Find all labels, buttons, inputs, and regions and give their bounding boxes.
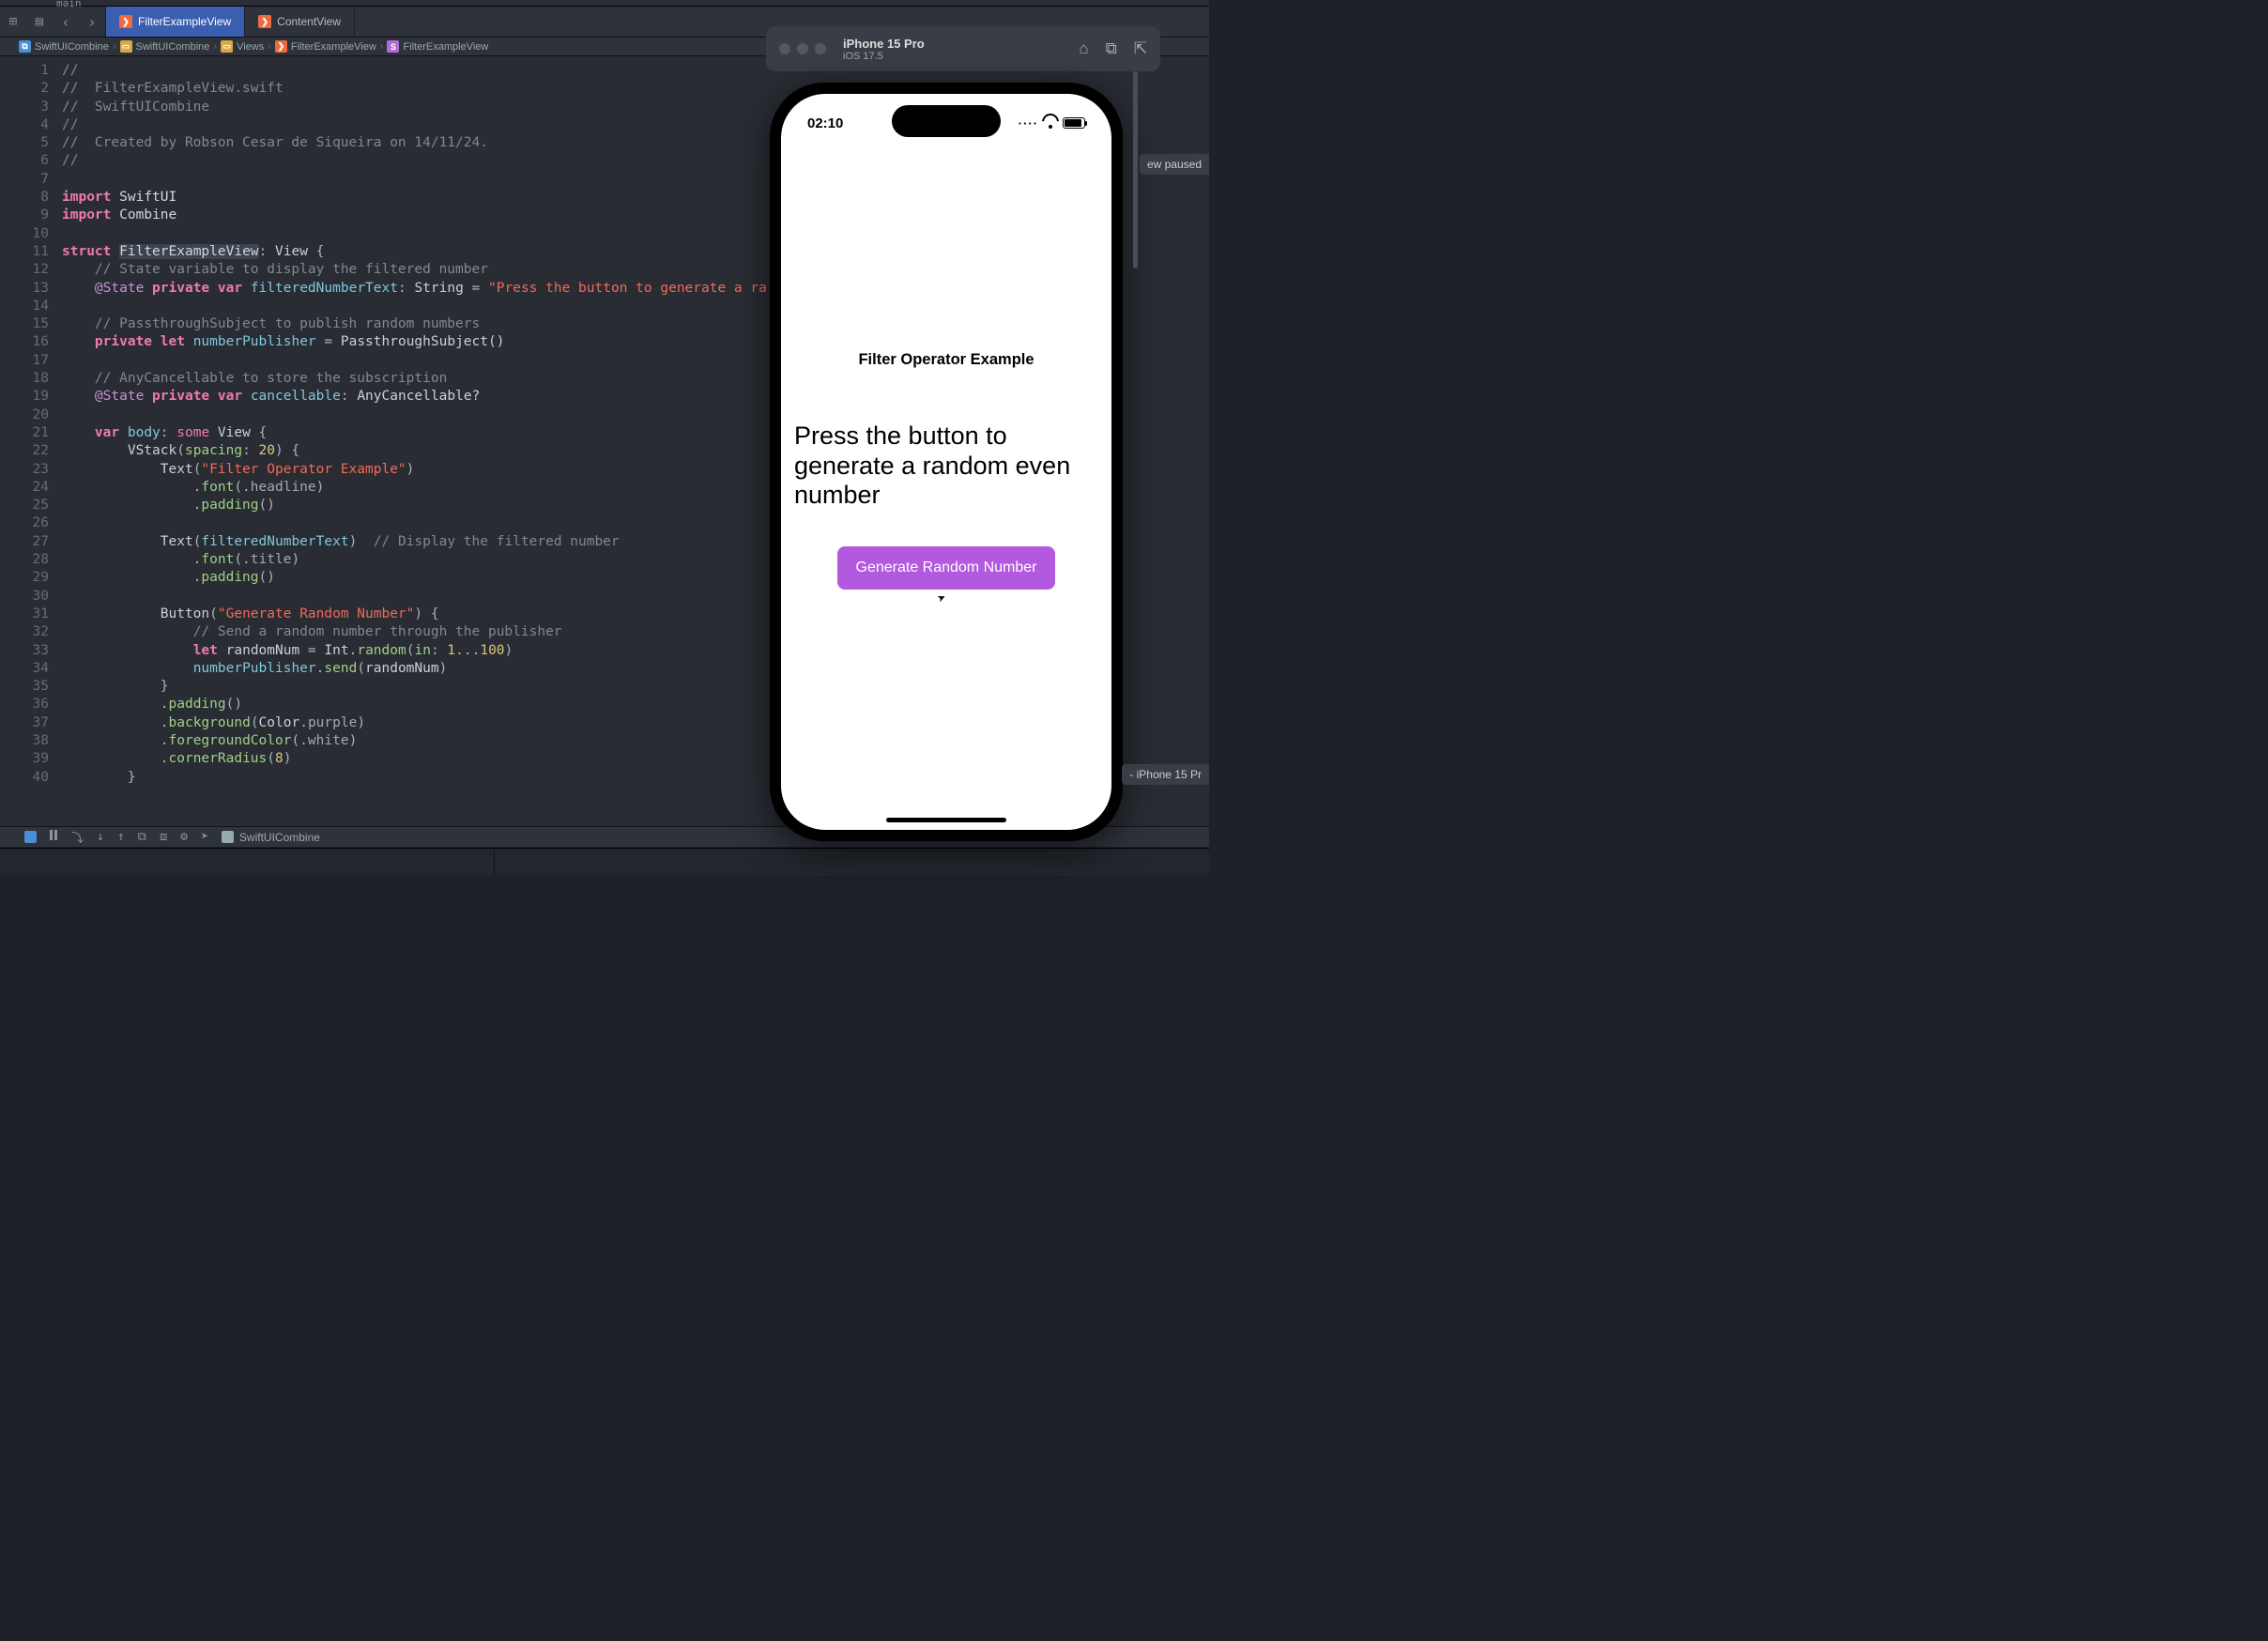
breadcrumb-item[interactable]: FilterExampleView — [403, 41, 488, 53]
iphone-simulator: 02:10 ···· Filter Operator Example Press… — [770, 83, 1123, 841]
layout-icon[interactable]: ⊞ — [0, 7, 26, 37]
line-number-gutter: 1234567891011121314151617181920212223242… — [0, 62, 62, 787]
app-headline: Filter Operator Example — [858, 334, 1034, 386]
folder-icon: ▭ — [120, 40, 132, 53]
swift-file-icon: ❯ — [275, 40, 287, 53]
app-icon — [222, 831, 234, 843]
tab-label: ContentView — [277, 15, 341, 28]
simulator-os-version: iOS 17.5 — [843, 51, 1079, 62]
traffic-close-icon[interactable] — [779, 43, 790, 54]
dynamic-island — [892, 105, 1001, 137]
simulator-titlebar: iPhone 15 Pro iOS 17.5 ⌂ ⧉ ⇱ — [766, 26, 1160, 71]
memory-graph-icon[interactable]: ⧈ — [160, 830, 167, 844]
breadcrumb-item[interactable]: SwiftUICombine — [136, 41, 210, 53]
tab-content-view[interactable]: ❯ ContentView — [245, 7, 355, 37]
chevron-right-icon: › — [113, 41, 116, 53]
app-body-text: Press the button to generate a random ev… — [792, 405, 1100, 529]
environment-icon[interactable]: ⚙ — [180, 830, 188, 844]
chevron-right-icon: › — [268, 41, 271, 53]
phone-screen[interactable]: 02:10 ···· Filter Operator Example Press… — [781, 94, 1111, 830]
traffic-zoom-icon[interactable] — [815, 43, 826, 54]
project-icon: ⧉ — [19, 40, 31, 53]
debug-view-icon[interactable]: ⧉ — [138, 830, 146, 844]
tab-filter-example-view[interactable]: ❯ FilterExampleView — [106, 7, 245, 37]
step-into-icon[interactable]: ↓ — [97, 830, 104, 844]
breadcrumb-item[interactable]: SwiftUICombine — [35, 41, 109, 53]
chevron-right-icon: › — [380, 41, 384, 53]
nav-forward-icon[interactable]: › — [79, 7, 105, 37]
screenshot-icon[interactable]: ⧉ — [1106, 39, 1117, 58]
swift-file-icon: ❯ — [119, 15, 132, 28]
debug-scheme[interactable]: SwiftUICombine — [222, 831, 320, 844]
titlebar-remnant: main — [0, 0, 1209, 7]
tab-label: FilterExampleView — [138, 15, 231, 28]
generate-random-number-button[interactable]: Generate Random Number — [837, 546, 1056, 590]
simulator-device-name: iPhone 15 Pro — [843, 37, 1079, 51]
step-over-icon[interactable]: ⤵ — [71, 828, 84, 846]
home-indicator[interactable] — [886, 818, 1006, 822]
home-icon[interactable]: ⌂ — [1079, 39, 1088, 58]
preview-device-badge: - iPhone 15 Pr — [1122, 764, 1209, 785]
location-icon[interactable]: ➤ — [201, 830, 208, 844]
console-area[interactable] — [0, 848, 1209, 876]
external-display-icon[interactable]: ⇱ — [1134, 39, 1147, 58]
breadcrumb-item[interactable]: FilterExampleView — [291, 41, 376, 53]
folder-icon: ▭ — [221, 40, 233, 53]
swift-file-icon: ❯ — [258, 15, 271, 28]
step-out-icon[interactable]: ↑ — [117, 830, 125, 844]
traffic-minimize-icon[interactable] — [797, 43, 808, 54]
related-items-icon[interactable]: ▤ — [26, 7, 53, 37]
debug-splitter[interactable] — [494, 847, 495, 875]
canvas-scrollbar[interactable] — [1133, 71, 1138, 268]
chevron-right-icon: › — [213, 41, 217, 53]
nav-back-icon[interactable]: ‹ — [53, 7, 79, 37]
debug-pause-icon[interactable] — [50, 830, 58, 844]
struct-icon: S — [387, 40, 399, 53]
breadcrumb-item[interactable]: Views — [237, 41, 264, 53]
preview-paused-badge: ew paused — [1140, 154, 1209, 175]
debug-continue-icon[interactable] — [24, 831, 37, 843]
